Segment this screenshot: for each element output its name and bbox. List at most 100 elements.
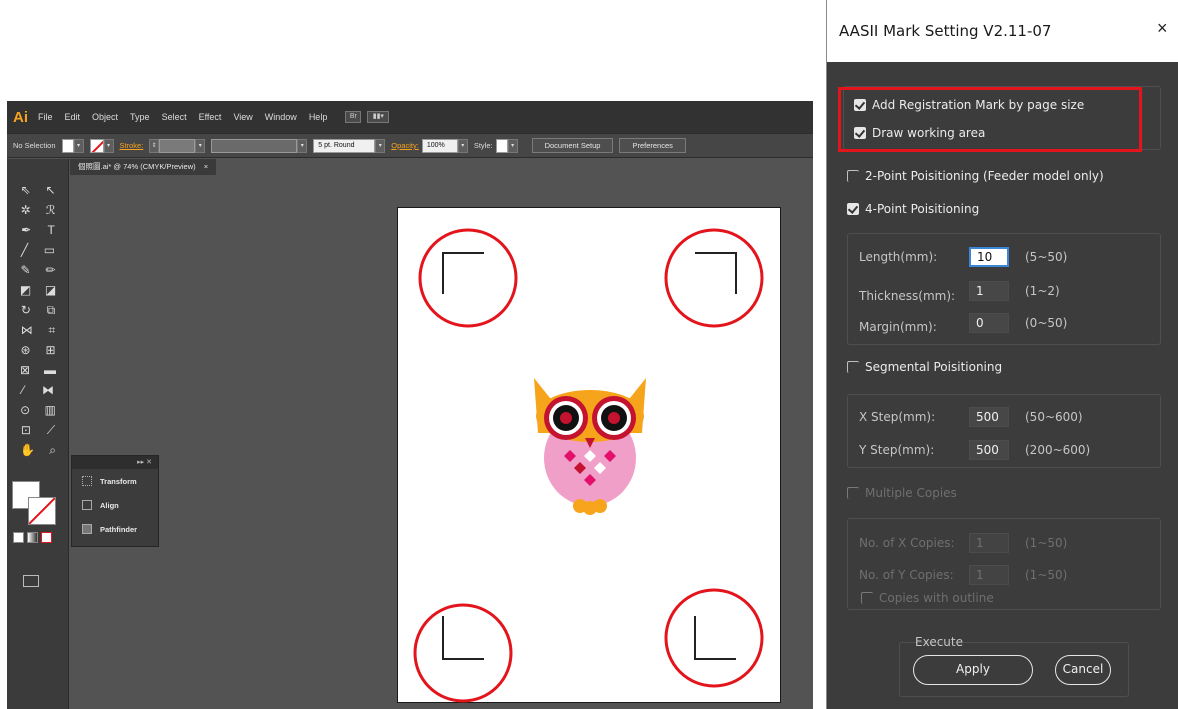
tool-row-brush[interactable]: ✎ ✏ [13,261,63,279]
y-step-field[interactable]: 500 [969,440,1009,460]
lasso-tool-icon[interactable]: ℛ [46,201,56,219]
execute-label: Execute [915,635,963,649]
tool-row-line[interactable]: ╱ ▭ [13,241,63,259]
panel-item-align[interactable]: Align [72,493,158,517]
y-copies-label: No. of Y Copies: [859,568,954,582]
y-copies-field[interactable]: 1 [969,565,1009,585]
close-icon[interactable]: × [1157,18,1168,39]
thickness-field[interactable]: 1 [969,281,1009,301]
tool-row-artboard[interactable]: ⊡ ⟋ [13,421,63,439]
tool-row-width[interactable]: ⋈ ⌗ [13,321,63,339]
menu-select[interactable]: Select [162,112,187,122]
selection-tool-icon[interactable]: ⇖ [20,181,30,199]
perspective-grid-tool-icon[interactable]: ⊞ [45,341,55,359]
two-point-checkbox[interactable]: 2-Point Poisitioning (Feeder model only) [847,169,1104,183]
screen-mode-icon[interactable] [23,575,39,587]
gradient-tool-icon[interactable]: ▬ [44,361,56,379]
tool-row-shape[interactable]: ⊛ ⊞ [13,341,63,359]
tool-row-rotate[interactable]: ↻ ⧉ [13,301,63,319]
pencil-tool-icon[interactable]: ✏ [45,261,55,279]
magic-wand-tool-icon[interactable]: ✲ [21,201,31,219]
direct-selection-tool-icon[interactable]: ↖ [45,181,55,199]
apply-button[interactable]: Apply [913,655,1033,685]
x-copies-field[interactable]: 1 [969,533,1009,553]
arrange-documents-button[interactable]: ▮▮▾ [367,111,390,123]
graph-tool-icon[interactable]: ▥ [45,401,56,419]
fill-swatch[interactable]: ▾ [61,138,84,153]
document-tab[interactable]: 個照圖.ai* @ 74% (CMYK/Preview) × [70,159,217,175]
tool-row-eyedropper[interactable]: ⁄ ⧓ [13,381,63,399]
none-mode-icon[interactable] [41,532,52,543]
menu-edit[interactable]: Edit [65,112,81,122]
color-mode-icon[interactable] [13,532,24,543]
eyedropper-tool-icon[interactable]: ⁄ [22,381,24,399]
menu-help[interactable]: Help [309,112,328,122]
stroke-label[interactable]: Stroke: [120,141,144,150]
eraser-tool-icon[interactable]: ◪ [45,281,56,299]
artboard-tool-icon[interactable]: ⊡ [21,421,31,439]
panel-item-pathfinder[interactable]: Pathfinder [72,517,158,541]
variable-width-field[interactable]: ▾ [211,138,308,153]
rectangle-tool-icon[interactable]: ▭ [44,241,55,259]
floating-panel-header[interactable]: ▸▸ ✕ [72,456,158,469]
shape-builder-tool-icon[interactable]: ⊛ [20,341,30,359]
stroke-swatch[interactable]: ▾ [89,138,114,154]
tool-row-wand[interactable]: ✲ ℛ [13,201,63,219]
document-tab-close-icon[interactable]: × [204,162,208,171]
segmental-checkbox[interactable]: Segmental Poisitioning [847,360,1002,374]
menu-effect[interactable]: Effect [199,112,222,122]
tool-row-pen[interactable]: ✒ T [13,221,63,239]
margin-field[interactable]: 0 [969,313,1009,333]
copies-outline-check-icon[interactable] [861,592,873,604]
blob-brush-tool-icon[interactable]: ◩ [20,281,31,299]
menu-window[interactable]: Window [265,112,297,122]
paintbrush-tool-icon[interactable]: ✎ [20,261,30,279]
rotate-tool-icon[interactable]: ↻ [21,301,31,319]
opacity-label[interactable]: Opacity: [391,141,419,150]
stroke-weight-field[interactable]: ⇕ ▾ [149,138,206,153]
stroke-swatch-large[interactable] [28,497,56,525]
tool-row-symbol[interactable]: ⊙ ▥ [13,401,63,419]
type-tool-icon[interactable]: T [48,221,55,239]
pen-tool-icon[interactable]: ✒ [21,221,31,239]
gradient-mode-icon[interactable] [27,532,38,543]
color-mode-row[interactable] [13,532,61,544]
menu-type[interactable]: Type [130,112,150,122]
tool-row-hand[interactable]: ✋ ⌕ [13,441,63,459]
multiple-copies-checkbox[interactable]: Multiple Copies [847,486,957,500]
fill-stroke-indicator[interactable] [12,481,58,525]
bridge-button[interactable]: Br [345,111,362,123]
menu-file[interactable]: File [38,112,53,122]
mesh-tool-icon[interactable]: ⊠ [20,361,30,379]
opacity-field[interactable]: 100% ▾ [421,138,468,153]
multiple-copies-check-icon[interactable] [847,487,859,499]
artboard[interactable] [397,207,781,703]
free-transform-tool-icon[interactable]: ⌗ [48,321,55,339]
symbol-sprayer-tool-icon[interactable]: ⊙ [20,401,30,419]
menu-view[interactable]: View [233,112,252,122]
four-point-check-icon[interactable] [847,203,859,215]
two-point-check-icon[interactable] [847,170,859,182]
copies-outline-checkbox[interactable]: Copies with outline [861,591,994,605]
tool-row-mesh[interactable]: ⊠ ▬ [13,361,63,379]
four-point-checkbox[interactable]: 4-Point Poisitioning [847,202,979,216]
slice-tool-icon[interactable]: ⟋ [47,421,55,439]
blend-tool-icon[interactable]: ⧓ [42,381,54,399]
hand-tool-icon[interactable]: ✋ [20,441,35,459]
cancel-button[interactable]: Cancel [1055,655,1111,685]
segmental-check-icon[interactable] [847,361,859,373]
tool-row-selection[interactable]: ⇖ ↖ [13,181,63,199]
document-setup-button[interactable]: Document Setup [531,138,614,153]
x-step-field[interactable]: 500 [969,407,1009,427]
length-field[interactable]: 10 [969,247,1009,267]
line-tool-icon[interactable]: ╱ [21,241,28,259]
preferences-button[interactable]: Preferences [619,138,686,153]
style-swatch[interactable]: ▾ [495,138,518,153]
brush-field[interactable]: 5 pt. Round ▾ [313,138,386,153]
zoom-tool-icon[interactable]: ⌕ [49,441,56,459]
menu-object[interactable]: Object [92,112,118,122]
panel-item-transform[interactable]: Transform [72,469,158,493]
scale-tool-icon[interactable]: ⧉ [47,301,56,319]
width-tool-icon[interactable]: ⋈ [21,321,33,339]
tool-row-blob[interactable]: ◩ ◪ [13,281,63,299]
